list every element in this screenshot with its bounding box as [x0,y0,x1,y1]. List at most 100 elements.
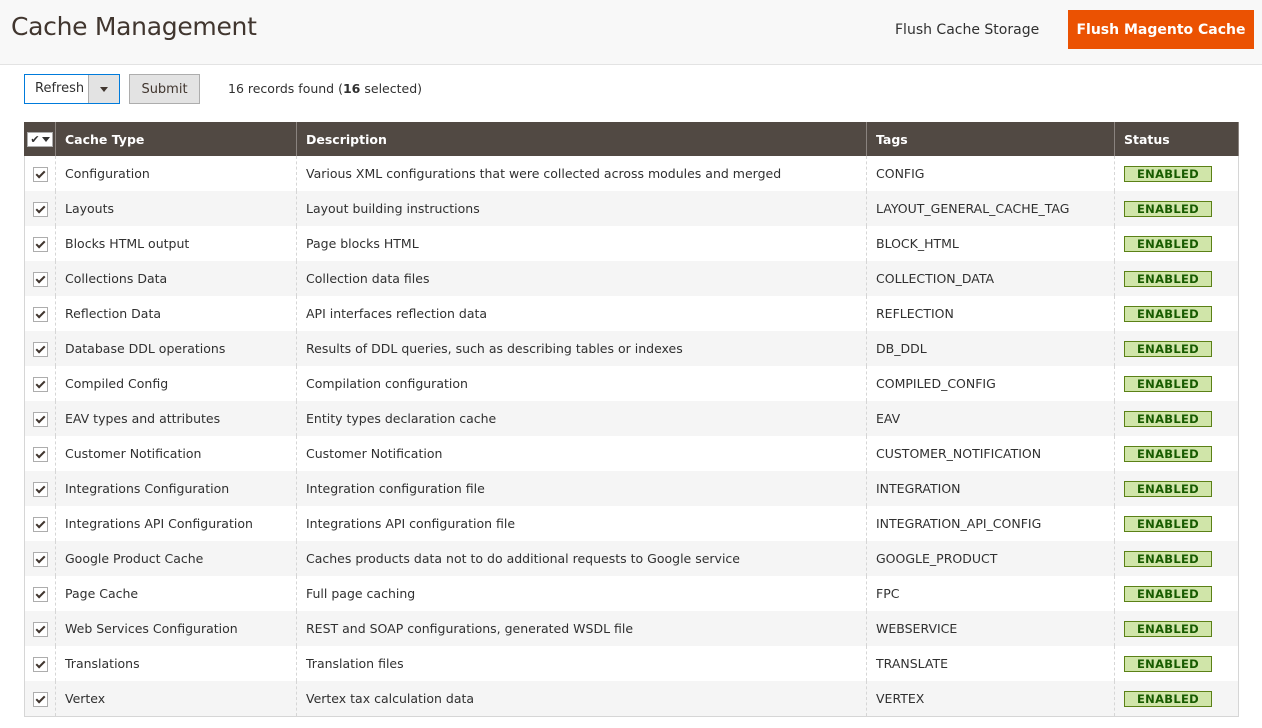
description-cell: Entity types declaration cache [296,401,867,436]
row-checkbox[interactable] [32,236,48,252]
row-checkbox[interactable] [32,586,48,602]
caret-down-icon [42,137,50,142]
table-row[interactable]: Customer Notification Customer Notificati… [24,436,1239,471]
status-cell: ENABLED [1114,611,1239,646]
row-checkbox[interactable] [32,621,48,637]
table-row[interactable]: Compiled Config Compilation configuration… [24,366,1239,401]
status-badge: ENABLED [1124,340,1212,357]
table-row[interactable]: Web Services Configuration REST and SOAP … [24,611,1239,646]
cache-type-cell: Google Product Cache [55,541,297,576]
cache-type-cell: Reflection Data [55,296,297,331]
status-cell: ENABLED [1114,506,1239,541]
row-checkbox[interactable] [32,656,48,672]
chevron-down-icon[interactable] [88,75,119,103]
column-header-tags[interactable]: Tags [866,122,1115,156]
status-cell: ENABLED [1114,541,1239,576]
table-header-row: ✔ Cache Type Description Tags Status [24,122,1239,156]
table-row[interactable]: Collections Data Collection data files COL… [24,261,1239,296]
status-cell: ENABLED [1114,366,1239,401]
column-header-cache-type[interactable]: Cache Type [55,122,297,156]
status-cell: ENABLED [1114,331,1239,366]
row-select-cell [24,296,56,331]
status-badge: ENABLED [1124,690,1212,707]
records-found-text: 16 records found ( [228,81,343,96]
row-checkbox[interactable] [32,516,48,532]
column-header-status[interactable]: Status [1114,122,1239,156]
mass-select-dropdown[interactable]: ✔ [27,132,53,147]
row-checkbox[interactable] [32,411,48,427]
table-row[interactable]: Page Cache Full page caching FPC ENABLED [24,576,1239,611]
tags-cell: DB_DDL [866,331,1115,366]
cache-type-cell: Database DDL operations [55,331,297,366]
table-row[interactable]: Translations Translation files TRANSLATE EN… [24,646,1239,681]
status-badge: ENABLED [1124,200,1212,217]
row-checkbox[interactable] [32,551,48,567]
description-cell: Vertex tax calculation data [296,681,867,717]
description-cell: Results of DDL queries, such as describi… [296,331,867,366]
mass-action-select[interactable]: Refresh [24,74,120,104]
status-cell: ENABLED [1114,191,1239,226]
page-title: Cache Management [11,12,257,41]
row-checkbox[interactable] [32,166,48,182]
table-row[interactable]: Integrations Configuration Integration co… [24,471,1239,506]
description-cell: Caches products data not to do additiona… [296,541,867,576]
status-badge: ENABLED [1124,375,1212,392]
table-row[interactable]: Reflection Data API interfaces reflection… [24,296,1239,331]
page-header: Cache Management Flush Cache Storage Flu… [0,0,1262,65]
mass-select-header: ✔ [24,122,56,156]
description-cell: API interfaces reflection data [296,296,867,331]
status-badge: ENABLED [1124,620,1212,637]
tags-cell: GOOGLE_PRODUCT [866,541,1115,576]
flush-cache-storage-button[interactable]: Flush Cache Storage [884,11,1050,49]
records-count: 16 records found (16 selected) [228,81,422,96]
table-row[interactable]: Configuration Various XML configurations … [24,156,1239,191]
tags-cell: FPC [866,576,1115,611]
status-badge: ENABLED [1124,480,1212,497]
cache-type-cell: Translations [55,646,297,681]
description-cell: REST and SOAP configurations, generated … [296,611,867,646]
description-cell: Page blocks HTML [296,226,867,261]
cache-grid: ✔ Cache Type Description Tags Status Con… [24,122,1239,717]
table-row[interactable]: Vertex Vertex tax calculation data VERTEX E… [24,681,1239,717]
row-checkbox[interactable] [32,446,48,462]
cache-type-cell: EAV types and attributes [55,401,297,436]
row-select-cell [24,471,56,506]
selected-suffix: selected) [360,81,423,96]
tags-cell: LAYOUT_GENERAL_CACHE_TAG [866,191,1115,226]
cache-type-cell: Collections Data [55,261,297,296]
description-cell: Various XML configurations that were col… [296,156,867,191]
row-select-cell [24,646,56,681]
table-row[interactable]: Layouts Layout building instructions LAYOU… [24,191,1239,226]
mass-action-select-value: Refresh [35,81,85,96]
row-select-cell [24,541,56,576]
table-row[interactable]: Integrations API Configuration Integratio… [24,506,1239,541]
status-cell: ENABLED [1114,471,1239,506]
checkmark-icon: ✔ [30,133,40,146]
cache-type-cell: Compiled Config [55,366,297,401]
row-checkbox[interactable] [32,306,48,322]
table-row[interactable]: EAV types and attributes Entity types dec… [24,401,1239,436]
row-checkbox[interactable] [32,341,48,357]
row-checkbox[interactable] [32,376,48,392]
description-cell: Compilation configuration [296,366,867,401]
row-checkbox[interactable] [32,201,48,217]
column-header-description[interactable]: Description [296,122,867,156]
submit-button[interactable]: Submit [129,74,200,104]
tags-cell: INTEGRATION_API_CONFIG [866,506,1115,541]
status-badge: ENABLED [1124,445,1212,462]
status-cell: ENABLED [1114,401,1239,436]
cache-type-cell: Integrations API Configuration [55,506,297,541]
table-row[interactable]: Blocks HTML output Page blocks HTML BLOCK_… [24,226,1239,261]
status-badge: ENABLED [1124,270,1212,287]
row-checkbox[interactable] [32,691,48,707]
row-checkbox[interactable] [32,481,48,497]
tags-cell: REFLECTION [866,296,1115,331]
description-cell: Integration configuration file [296,471,867,506]
status-cell: ENABLED [1114,436,1239,471]
table-row[interactable]: Database DDL operations Results of DDL qu… [24,331,1239,366]
status-cell: ENABLED [1114,296,1239,331]
table-row[interactable]: Google Product Cache Caches products data… [24,541,1239,576]
flush-magento-cache-button[interactable]: Flush Magento Cache [1068,10,1254,49]
row-checkbox[interactable] [32,271,48,287]
tags-cell: VERTEX [866,681,1115,717]
